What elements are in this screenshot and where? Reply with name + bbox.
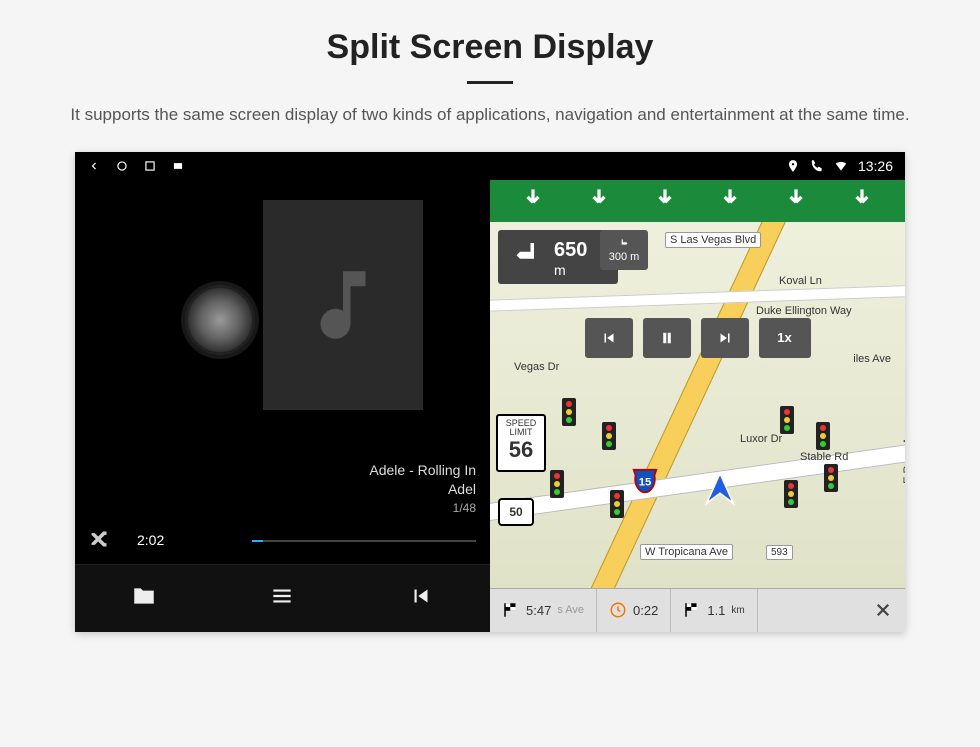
status-bar: 13:26 bbox=[75, 152, 905, 180]
close-nav-button[interactable] bbox=[861, 589, 905, 632]
playlist-button[interactable] bbox=[269, 583, 295, 614]
next-turn-distance: 300 bbox=[609, 251, 627, 263]
trip-distance-value: 1.1 bbox=[707, 603, 725, 618]
nav-pause-button[interactable] bbox=[643, 318, 691, 358]
lane-arrow-icon bbox=[520, 185, 546, 216]
track-title: Adele - Rolling In bbox=[75, 461, 476, 481]
traffic-light-icon bbox=[562, 398, 576, 426]
home-icon[interactable] bbox=[115, 159, 129, 173]
player-bottom-bar bbox=[75, 564, 490, 632]
street-label: Stable Rd bbox=[796, 450, 852, 464]
street-label: W Tropicana Ave bbox=[640, 544, 733, 560]
nav-speed-button[interactable]: 1x bbox=[759, 318, 811, 358]
wifi-status-icon bbox=[834, 159, 848, 173]
elapsed-time: 2:02 bbox=[137, 532, 164, 548]
lane-arrow-icon bbox=[849, 185, 875, 216]
route-shield: 50 bbox=[498, 498, 534, 526]
interstate-shield-icon: 15 bbox=[630, 466, 660, 496]
traffic-light-icon bbox=[602, 422, 616, 450]
traffic-light-icon bbox=[550, 470, 564, 498]
album-art-placeholder bbox=[263, 200, 423, 410]
turn-distance-unit: m bbox=[554, 262, 566, 278]
traffic-light-icon bbox=[816, 422, 830, 450]
turn-distance: 650 bbox=[554, 239, 587, 262]
speed-limit-value: 56 bbox=[498, 438, 544, 462]
track-artist: Adel bbox=[75, 480, 476, 500]
street-label: iles Ave bbox=[849, 352, 895, 366]
nav-bottom-bar: 5:47 s Ave 0:22 1.1 km bbox=[490, 588, 905, 632]
trip-time-segment[interactable]: 0:22 bbox=[597, 589, 671, 632]
play-disc-button[interactable] bbox=[185, 285, 255, 355]
seek-bar[interactable] bbox=[252, 540, 476, 542]
device-frame: 13:26 Adele - Rolling In Adel 1/48 2:02 bbox=[75, 152, 905, 632]
lane-arrow-icon bbox=[717, 185, 743, 216]
close-icon bbox=[874, 601, 892, 619]
page-title: Split Screen Display bbox=[0, 28, 980, 67]
street-label: Duke Ellington Way bbox=[752, 304, 856, 318]
phone-status-icon bbox=[810, 159, 824, 173]
lane-arrow-icon bbox=[652, 185, 678, 216]
turn-right-icon bbox=[615, 237, 633, 251]
page-subtitle: It supports the same screen display of t… bbox=[50, 102, 930, 128]
svg-text:15: 15 bbox=[639, 476, 652, 488]
traffic-light-icon bbox=[784, 480, 798, 508]
screenshot-icon[interactable] bbox=[171, 159, 185, 173]
eta-value: 5:47 bbox=[526, 603, 551, 618]
location-status-icon bbox=[786, 159, 800, 173]
navigation-pane: S Las Vegas Blvd Koval Ln Duke Ellington… bbox=[490, 152, 905, 632]
track-metadata: Adele - Rolling In Adel 1/48 bbox=[75, 461, 490, 523]
lane-arrow-icon bbox=[783, 185, 809, 216]
lane-arrow-icon bbox=[586, 185, 612, 216]
clock: 13:26 bbox=[858, 158, 893, 174]
street-number-label: 593 bbox=[766, 545, 793, 560]
shuffle-button[interactable] bbox=[89, 529, 109, 554]
map-canvas[interactable]: S Las Vegas Blvd Koval Ln Duke Ellington… bbox=[490, 222, 905, 588]
next-turn-unit: m bbox=[630, 251, 639, 263]
traffic-light-icon bbox=[824, 464, 838, 492]
recent-apps-icon[interactable] bbox=[143, 159, 157, 173]
lane-guidance-strip bbox=[490, 180, 905, 222]
eta-segment[interactable]: 5:47 s Ave bbox=[490, 589, 597, 632]
back-icon[interactable] bbox=[87, 159, 101, 173]
street-label: E Reno Ave bbox=[901, 422, 905, 488]
music-note-icon bbox=[298, 260, 388, 350]
flag-icon bbox=[683, 601, 701, 619]
previous-track-button[interactable] bbox=[408, 583, 434, 614]
street-label: Koval Ln bbox=[775, 274, 826, 288]
flag-icon bbox=[502, 601, 520, 619]
title-underline bbox=[467, 81, 513, 84]
street-label: Luxor Dr bbox=[736, 432, 786, 446]
turn-left-icon bbox=[506, 236, 548, 278]
album-art-area bbox=[75, 180, 490, 461]
nav-next-button[interactable] bbox=[701, 318, 749, 358]
traffic-light-icon bbox=[780, 406, 794, 434]
clock-icon bbox=[609, 601, 627, 619]
progress-row: 2:02 bbox=[75, 523, 490, 564]
vehicle-cursor-icon bbox=[700, 470, 740, 510]
eta-street: s Ave bbox=[557, 604, 584, 616]
street-label: S Las Vegas Blvd bbox=[665, 232, 761, 248]
trip-distance-unit: km bbox=[731, 605, 744, 616]
trip-time-value: 0:22 bbox=[633, 603, 658, 618]
speed-limit-sign: SPEED LIMIT 56 bbox=[496, 414, 546, 472]
traffic-light-icon bbox=[610, 490, 624, 518]
browse-button[interactable] bbox=[131, 583, 157, 614]
music-pane: Adele - Rolling In Adel 1/48 2:02 bbox=[75, 152, 490, 632]
track-counter: 1/48 bbox=[75, 500, 476, 517]
next-turn-panel[interactable]: 300 m bbox=[600, 230, 648, 270]
street-label: Vegas Dr bbox=[510, 360, 563, 374]
trip-distance-segment[interactable]: 1.1 km bbox=[671, 589, 757, 632]
nav-prev-button[interactable] bbox=[585, 318, 633, 358]
nav-media-controls: 1x bbox=[585, 318, 811, 358]
